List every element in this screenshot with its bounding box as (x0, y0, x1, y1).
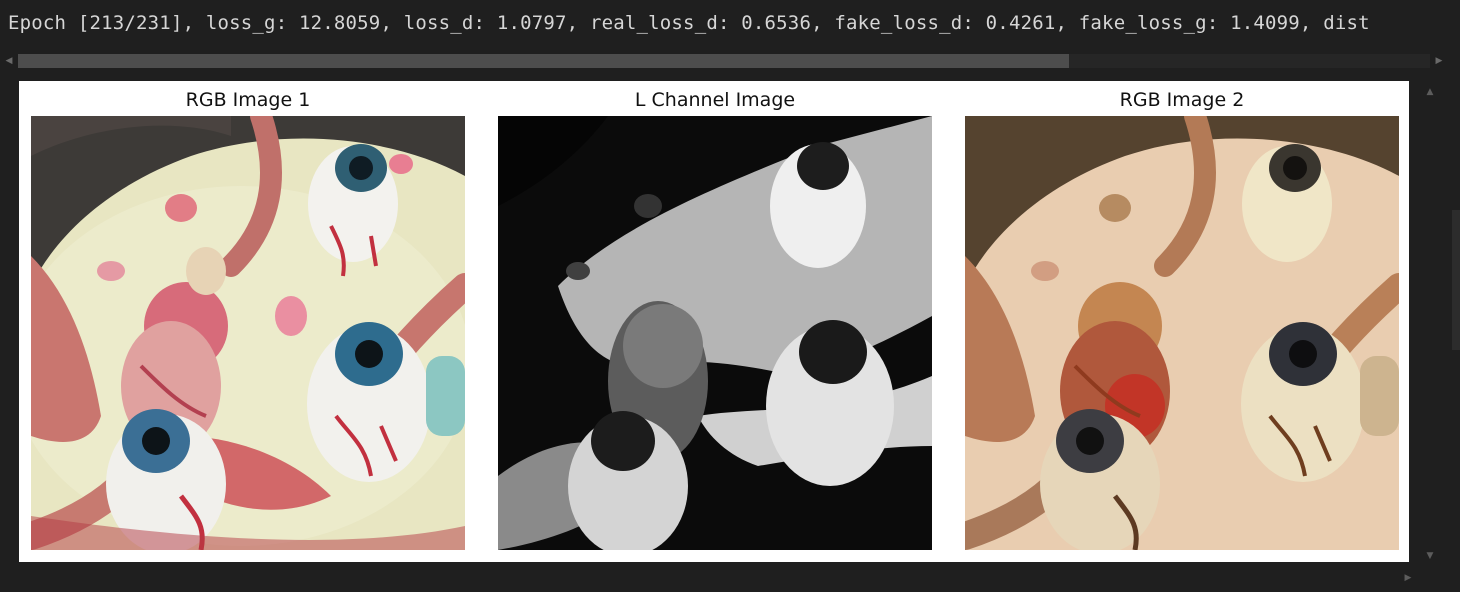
horizontal-scrollbar[interactable] (18, 54, 1430, 68)
output-figure: RGB Image 1 L Channel Image RGB Image 2 (19, 81, 1409, 562)
chevron-up-icon[interactable]: ▲ (1424, 86, 1436, 98)
vertical-scrollbar-thumb[interactable] (1452, 210, 1460, 350)
panel-title: L Channel Image (634, 89, 796, 111)
rgb-image-2 (965, 116, 1399, 550)
training-log-line: Epoch [213/231], loss_g: 12.8059, loss_d… (8, 12, 1370, 34)
panel-title: RGB Image 1 (185, 89, 311, 111)
chevron-right-icon[interactable]: ▶ (1434, 54, 1444, 68)
l-channel-image (498, 116, 932, 550)
horizontal-scrollbar-thumb[interactable] (18, 54, 1069, 68)
chevron-right-icon[interactable]: ▶ (1403, 572, 1413, 584)
chevron-down-icon[interactable]: ▼ (1424, 550, 1436, 562)
rgb-image-1 (31, 116, 465, 550)
chevron-left-icon[interactable]: ◀ (4, 54, 14, 68)
panel-title: RGB Image 2 (1119, 89, 1245, 111)
